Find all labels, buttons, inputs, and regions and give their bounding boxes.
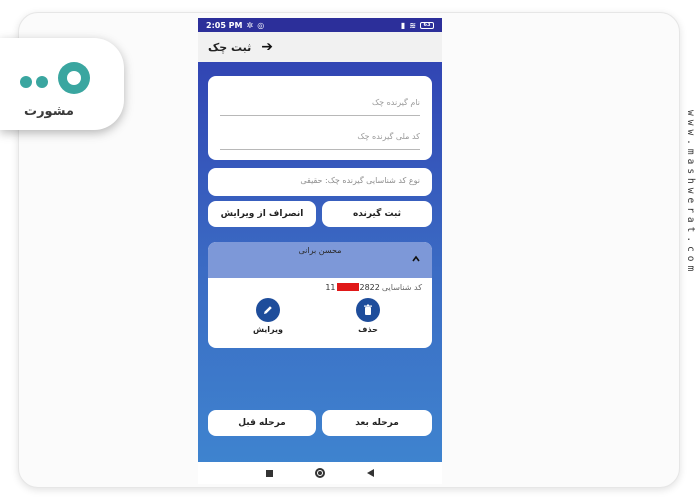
delete-receiver-button[interactable]: حذف [348, 298, 388, 334]
logo-text: مشورت [24, 104, 74, 119]
logo-mark-icon [20, 62, 90, 94]
receiver-id-line: کد شناسایی 2822 11 [325, 283, 422, 292]
receiver-name-input[interactable]: نام گیرنده چک [220, 92, 420, 116]
status-bar: 2:05 PM ✲ ◎ ▮ ≋ 63 [198, 18, 442, 32]
back-triangle-icon[interactable] [367, 469, 374, 477]
receiver-name: محسن برانی [298, 246, 342, 255]
receiver-id-suffix: 2822 [359, 283, 380, 292]
next-step-button[interactable]: مرحله بعد [322, 410, 432, 436]
register-receiver-button[interactable]: ثبت گیرنده [322, 201, 432, 227]
trash-icon [356, 298, 380, 322]
receiver-card: محسن برانی کد شناسایی 2822 11 حذف ویرایش [208, 242, 432, 348]
redaction-mark [336, 283, 359, 291]
receiver-card-header[interactable]: محسن برانی [208, 242, 432, 278]
receiver-form-card: نام گیرنده چک کد ملی گیرنده چک [208, 76, 432, 160]
status-time: 2:05 PM [206, 20, 243, 30]
android-nav-bar [198, 462, 442, 484]
previous-step-button[interactable]: مرحله قبل [208, 410, 316, 436]
phone-screen: 2:05 PM ✲ ◎ ▮ ≋ 63 ➔ ثبت چک نام گیرنده چ… [198, 18, 442, 484]
delete-label: حذف [358, 325, 378, 334]
instagram-icon: ◎ [257, 20, 265, 30]
edit-label: ویرایش [252, 325, 283, 334]
receiver-id-type-select[interactable]: نوع کد شناسایی گیرنده چک: حقیقی [208, 168, 432, 196]
side-watermark: www.mashwerat.com [685, 110, 696, 276]
cancel-edit-button[interactable]: انصراف از ویرایش [208, 201, 316, 227]
chevron-up-icon[interactable] [412, 255, 420, 263]
logo-badge: مشورت [0, 38, 124, 130]
receiver-id-prefix: 11 [325, 283, 336, 292]
arrow-right-icon[interactable]: ➔ [261, 39, 273, 55]
notification-icon: ✲ [246, 20, 254, 30]
page-title: ثبت چک [208, 40, 252, 54]
receiver-id-type-placeholder: نوع کد شناسایی گیرنده چک: حقیقی [300, 176, 420, 185]
recent-apps-icon[interactable] [266, 469, 273, 477]
signal-icon: ▮ [400, 20, 406, 30]
wifi-icon: ≋ [409, 20, 416, 30]
pencil-icon [256, 298, 280, 322]
receiver-card-body: کد شناسایی 2822 11 حذف ویرایش [208, 278, 432, 348]
home-icon[interactable] [315, 468, 325, 478]
receiver-national-id-input[interactable]: کد ملی گیرنده چک [220, 126, 420, 150]
app-header: ➔ ثبت چک [198, 32, 442, 62]
battery-icon: 63 [420, 21, 434, 29]
edit-receiver-button[interactable]: ویرایش [248, 298, 288, 334]
receiver-id-label: کد شناسایی [381, 283, 422, 292]
